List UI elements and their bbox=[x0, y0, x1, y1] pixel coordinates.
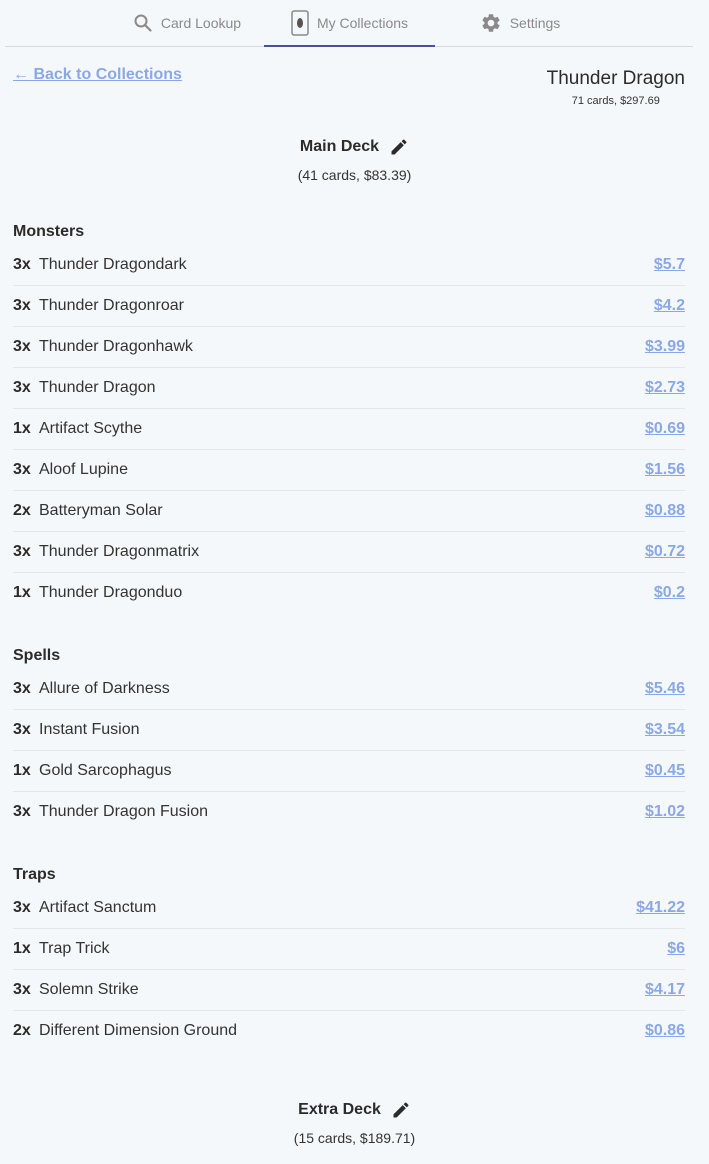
card-qty: 3x bbox=[13, 803, 31, 820]
card-price-link[interactable]: $0.88 bbox=[645, 502, 685, 520]
gear-icon bbox=[480, 12, 502, 34]
card-qty: 3x bbox=[13, 680, 31, 697]
group-title: Spells bbox=[13, 647, 61, 664]
card-price-link[interactable]: $3.99 bbox=[645, 338, 685, 356]
tab-card-lookup[interactable]: Card Lookup bbox=[105, 0, 269, 46]
card-qty: 3x bbox=[13, 461, 31, 478]
card-row: 3x Thunder Dragon Fusion $1.02 bbox=[13, 792, 685, 832]
card-price-link[interactable]: $2.73 bbox=[645, 379, 685, 397]
deck-summary: 71 cards, $297.69 bbox=[571, 95, 660, 107]
card-name: Thunder Dragondark bbox=[39, 256, 187, 273]
card-row: 3x Solemn Strike $4.17 bbox=[13, 970, 685, 1011]
card-qty: 3x bbox=[13, 338, 31, 355]
card-price-link[interactable]: $3.54 bbox=[645, 721, 685, 739]
card-name: Thunder Dragonroar bbox=[39, 297, 184, 314]
card-price-link[interactable]: $4.17 bbox=[645, 981, 685, 999]
card-price-link[interactable]: $4.2 bbox=[654, 297, 685, 315]
card-price-link[interactable]: $0.69 bbox=[645, 420, 685, 438]
card-row: 3x Thunder Dragon $2.73 bbox=[13, 368, 685, 409]
tab-settings-label: Settings bbox=[509, 15, 561, 31]
card-row: 2x Different Dimension Ground $0.86 bbox=[13, 1011, 685, 1051]
card-qty: 2x bbox=[13, 502, 31, 519]
back-to-collections-link[interactable]: ← Back to Collections bbox=[13, 66, 182, 84]
card-name: Thunder Dragonhawk bbox=[39, 338, 193, 355]
tab-card-lookup-label: Card Lookup bbox=[160, 15, 242, 31]
card-row: 3x Thunder Dragondark $5.7 bbox=[13, 245, 685, 286]
card-name: Trap Trick bbox=[39, 940, 110, 957]
card-qty: 3x bbox=[13, 379, 31, 396]
group-title: Monsters bbox=[13, 223, 85, 240]
search-icon bbox=[133, 13, 153, 33]
card-name: Artifact Scythe bbox=[39, 420, 143, 437]
card-name: Thunder Dragonduo bbox=[39, 584, 183, 601]
group-traps: Traps 3x Artifact Sanctum $41.22 1x Trap Tr… bbox=[13, 862, 685, 1051]
card-name: Gold Sarcophagus bbox=[39, 762, 172, 779]
card-name: Thunder Dragonmatrix bbox=[39, 543, 200, 560]
card-name: Allure of Darkness bbox=[39, 680, 170, 697]
card-name: Thunder Dragon bbox=[39, 379, 156, 396]
card-price-link[interactable]: $0.2 bbox=[654, 584, 685, 602]
card-name: Thunder Dragon Fusion bbox=[39, 803, 208, 820]
extra-deck-header: Extra Deck (15 cards, $189.71) bbox=[0, 1100, 709, 1146]
deck-name: Thunder Dragon bbox=[546, 68, 685, 89]
card-row: 3x Allure of Darkness $5.46 bbox=[13, 669, 685, 710]
card-row: 3x Thunder Dragonmatrix $0.72 bbox=[13, 532, 685, 573]
edit-pencil-icon[interactable] bbox=[389, 137, 409, 157]
card-price-link[interactable]: $1.56 bbox=[645, 461, 685, 479]
tab-my-collections-label: My Collections bbox=[316, 14, 409, 31]
card-price-link[interactable]: $5.46 bbox=[645, 680, 685, 698]
card-name: Aloof Lupine bbox=[39, 461, 128, 478]
card-row: 3x Aloof Lupine $1.56 bbox=[13, 450, 685, 491]
group-monsters: Monsters 3x Thunder Dragondark $5.7 3x Thun… bbox=[13, 219, 685, 613]
card-price-link[interactable]: $5.7 bbox=[654, 256, 685, 274]
card-qty: 3x bbox=[13, 981, 31, 998]
main-deck-title: Main Deck bbox=[299, 138, 380, 155]
card-row: 1x Trap Trick $6 bbox=[13, 929, 685, 970]
tab-settings[interactable]: Settings bbox=[455, 0, 585, 46]
card-qty: 3x bbox=[13, 899, 31, 916]
card-price-link[interactable]: $0.45 bbox=[645, 762, 685, 780]
group-spells: Spells 3x Allure of Darkness $5.46 3x Insta… bbox=[13, 643, 685, 832]
top-nav: Card Lookup My Collections Settings bbox=[5, 0, 693, 47]
card-row: 3x Thunder Dragonhawk $3.99 bbox=[13, 327, 685, 368]
card-name: Instant Fusion bbox=[39, 721, 140, 738]
card-name: Solemn Strike bbox=[39, 981, 139, 998]
card-name: Different Dimension Ground bbox=[39, 1022, 238, 1039]
card-price-link[interactable]: $1.02 bbox=[645, 803, 685, 821]
card-price-link[interactable]: $41.22 bbox=[636, 899, 685, 917]
card-row: 1x Artifact Scythe $0.69 bbox=[13, 409, 685, 450]
card-qty: 3x bbox=[13, 256, 31, 273]
card-name: Batteryman Solar bbox=[39, 502, 163, 519]
card-row: 3x Instant Fusion $3.54 bbox=[13, 710, 685, 751]
card-row: 3x Artifact Sanctum $41.22 bbox=[13, 888, 685, 929]
card-price-link[interactable]: $0.72 bbox=[645, 543, 685, 561]
card-qty: 1x bbox=[13, 420, 31, 437]
card-name: Artifact Sanctum bbox=[39, 899, 157, 916]
card-price-link[interactable]: $6 bbox=[667, 940, 685, 958]
extra-deck-title: Extra Deck bbox=[298, 1101, 381, 1118]
main-deck-header: Main Deck (41 cards, $83.39) bbox=[0, 137, 709, 183]
edit-pencil-icon[interactable] bbox=[391, 1100, 411, 1120]
card-qty: 3x bbox=[13, 297, 31, 314]
tab-my-collections[interactable]: My Collections bbox=[264, 0, 435, 47]
group-title: Traps bbox=[13, 866, 56, 883]
card-qty: 2x bbox=[13, 1022, 31, 1039]
main-deck-summary: (41 cards, $83.39) bbox=[297, 167, 412, 183]
card-qty: 3x bbox=[13, 721, 31, 738]
card-row: 2x Batteryman Solar $0.88 bbox=[13, 491, 685, 532]
card-row: 3x Thunder Dragonroar $4.2 bbox=[13, 286, 685, 327]
extra-deck-summary: (15 cards, $189.71) bbox=[293, 1130, 416, 1146]
card-qty: 1x bbox=[13, 584, 31, 601]
card-price-link[interactable]: $0.86 bbox=[645, 1022, 685, 1040]
deck-header: Thunder Dragon 71 cards, $297.69 bbox=[547, 68, 685, 107]
card-qty: 1x bbox=[13, 762, 31, 779]
card-row: 1x Thunder Dragonduo $0.2 bbox=[13, 573, 685, 613]
card-icon bbox=[291, 9, 309, 36]
card-qty: 3x bbox=[13, 543, 31, 560]
card-qty: 1x bbox=[13, 940, 31, 957]
card-row: 1x Gold Sarcophagus $0.45 bbox=[13, 751, 685, 792]
